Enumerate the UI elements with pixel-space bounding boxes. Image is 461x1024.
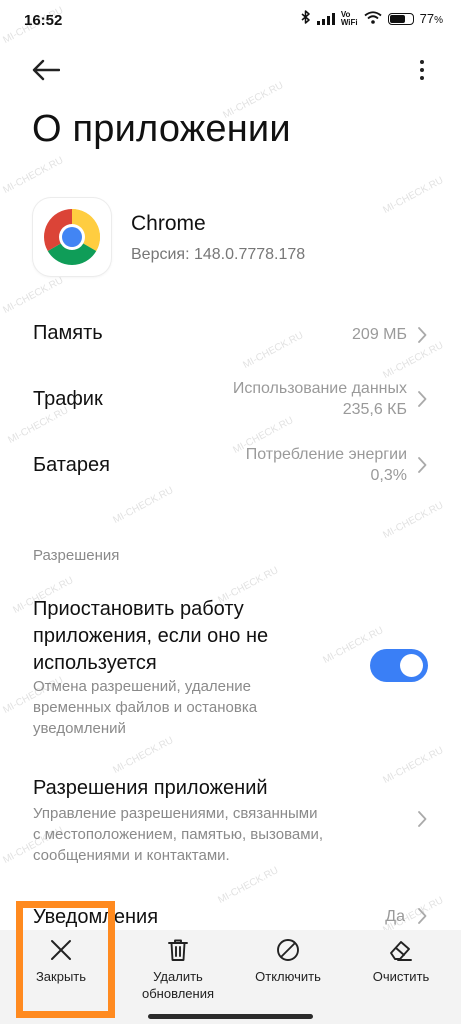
- battery-percent: 77%: [419, 11, 443, 26]
- status-time: 16:52: [24, 12, 63, 29]
- app-permissions-description: Управление разрешениями, связанными с ме…: [33, 803, 383, 866]
- pause-app-description: Отмена разрешений, удаление временных фа…: [33, 676, 323, 739]
- battery-row[interactable]: Батарея Потребление энергии 0,3%: [0, 440, 461, 490]
- battery-label: Батарея: [33, 454, 110, 476]
- arrow-left-icon: [32, 59, 60, 81]
- watermark-text: MI-CHECK.RU: [1, 154, 66, 197]
- chevron-right-icon: [418, 391, 427, 407]
- watermark-text: MI-CHECK.RU: [381, 499, 446, 542]
- pause-app-description-line: уведомлений: [33, 720, 126, 737]
- home-indicator[interactable]: [148, 1014, 313, 1019]
- page-title: О приложении: [32, 108, 291, 150]
- back-button[interactable]: [26, 52, 66, 88]
- pause-app-description-line: временных файлов и остановка: [33, 699, 258, 716]
- traffic-row[interactable]: Трафик Использование данных 235,6 КБ: [0, 374, 461, 424]
- uninstall-updates-label: Удалить обновления: [142, 968, 214, 1002]
- watermark-text: MI-CHECK.RU: [381, 174, 446, 217]
- wifi-icon: [364, 10, 382, 27]
- uninstall-updates-label-line: Удалить: [153, 969, 203, 984]
- pause-app-toggle[interactable]: [370, 649, 428, 682]
- traffic-value-title: Использование данных: [232, 380, 407, 397]
- memory-label: Память: [33, 322, 103, 344]
- clear-button[interactable]: Очистить: [358, 938, 444, 985]
- app-version: Версия: 148.0.7778.178: [131, 246, 306, 263]
- more-options-button[interactable]: [415, 54, 429, 86]
- app-permissions-description-line: сообщениями и контактами.: [33, 847, 230, 864]
- watermark-text: MI-CHECK.RU: [216, 864, 281, 907]
- uninstall-updates-button[interactable]: Удалить обновления: [133, 938, 223, 1002]
- battery-value-amount: 0,3%: [370, 467, 407, 484]
- battery-value-title: Потребление энергии: [245, 446, 407, 463]
- app-icon: [33, 198, 111, 276]
- pause-app-description-line: Отмена разрешений, удаление: [33, 678, 252, 695]
- app-name: Chrome: [131, 212, 206, 235]
- watermark-text: MI-CHECK.RU: [381, 744, 446, 787]
- vowifi-icon: Vo WiFi: [340, 10, 358, 27]
- chrome-logo: [43, 209, 101, 266]
- highlight-frame: [16, 901, 115, 1018]
- battery-icon: [387, 12, 414, 25]
- traffic-value: Использование данных 235,6 КБ: [233, 378, 407, 420]
- app-permissions-description-line: Управление разрешениями, связанными: [33, 805, 318, 822]
- signal-icon: [316, 12, 335, 25]
- watermark-text: MI-CHECK.RU: [111, 734, 176, 777]
- trash-icon: [168, 939, 188, 961]
- watermark-text: MI-CHECK.RU: [1, 274, 66, 317]
- pause-app-title-line: используется: [33, 652, 157, 674]
- disable-button[interactable]: Отключить: [243, 938, 333, 985]
- memory-value: 209 МБ: [352, 326, 407, 343]
- notifications-value: Да: [385, 908, 405, 925]
- uninstall-updates-label-line: обновления: [142, 986, 214, 1001]
- pause-app-title-line: приложения, если оно не: [33, 625, 269, 647]
- clear-label: Очистить: [372, 969, 430, 984]
- pause-app-title-line: Приостановить работу: [33, 598, 244, 620]
- battery-fill: [389, 14, 405, 23]
- battery-value: Потребление энергии 0,3%: [246, 444, 407, 486]
- toggle-knob: [400, 654, 423, 677]
- watermark-text: MI-CHECK.RU: [111, 484, 176, 527]
- disable-icon: [277, 939, 299, 961]
- status-icons: Vo WiFi 77%: [301, 10, 443, 27]
- app-permissions-description-line: с местоположением, памятью, вызовами,: [33, 826, 324, 843]
- traffic-label: Трафик: [33, 388, 103, 410]
- chevron-right-icon: [418, 327, 427, 343]
- chevron-right-icon: [418, 457, 427, 473]
- pause-app-title: Приостановить работу приложения, если он…: [33, 596, 323, 677]
- disable-label: Отключить: [255, 969, 321, 984]
- app-permissions-title[interactable]: Разрешения приложений: [33, 777, 268, 800]
- battery-percent-value: 77: [419, 11, 435, 26]
- vowifi-bottom-label: WiFi: [340, 17, 358, 27]
- eraser-icon: [390, 941, 412, 961]
- memory-row[interactable]: Память 209 МБ: [0, 312, 461, 356]
- chevron-right-icon[interactable]: [418, 811, 427, 827]
- chevron-right-icon[interactable]: [418, 908, 427, 924]
- bluetooth-icon: [301, 10, 311, 27]
- traffic-value-amount: 235,6 КБ: [342, 401, 407, 418]
- permissions-section-title: Разрешения: [33, 547, 120, 564]
- more-vertical-icon: [420, 60, 424, 64]
